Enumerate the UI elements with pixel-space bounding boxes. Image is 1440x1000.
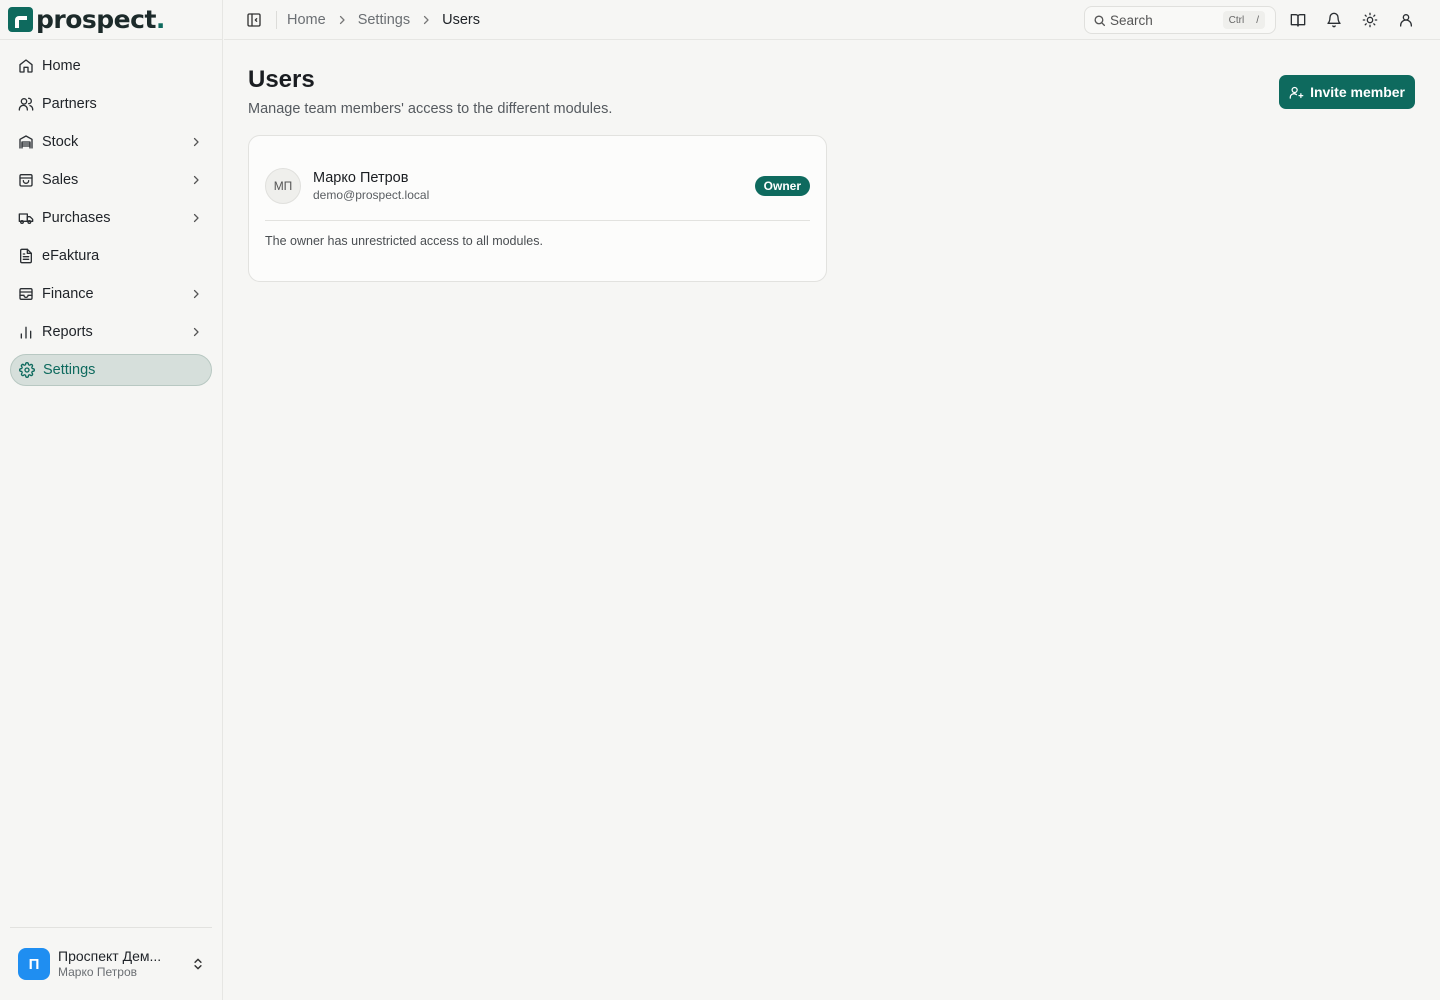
chevron-right-icon xyxy=(193,137,199,147)
user-plus-icon xyxy=(1289,86,1304,99)
sidebar: prospect. Home Partners Stock Sales Purc… xyxy=(0,0,223,1000)
sidebar-nav: Home Partners Stock Sales Purchases eFak… xyxy=(0,40,222,386)
member-name: Марко Петров xyxy=(313,170,409,186)
member-email: demo@prospect.local xyxy=(313,188,430,202)
divider xyxy=(276,10,277,29)
chevron-right-icon xyxy=(193,289,199,299)
search-shortcut: Ctrl / xyxy=(1222,11,1265,29)
wallet-icon xyxy=(19,288,33,300)
page-subtitle: Manage team members' access to the diffe… xyxy=(248,101,613,117)
chevron-right-icon xyxy=(193,327,199,337)
book-icon[interactable] xyxy=(1290,12,1306,28)
divider xyxy=(10,927,212,928)
sidebar-item-label: Home xyxy=(42,58,81,74)
breadcrumb: Home Settings Users xyxy=(287,12,480,28)
member-info: Марко Петров demo@prospect.local xyxy=(313,169,755,203)
bell-icon[interactable] xyxy=(1326,12,1342,28)
brand-logo[interactable]: prospect. xyxy=(0,0,222,40)
truck-icon xyxy=(18,213,34,224)
search-icon xyxy=(1094,14,1106,26)
chevrons-up-down-icon xyxy=(194,958,202,970)
gear-icon xyxy=(19,362,35,378)
sidebar-item-label: Reports xyxy=(42,324,93,340)
chevron-right-icon xyxy=(193,213,199,223)
chevron-right-icon xyxy=(193,175,199,185)
brand-name: prospect. xyxy=(36,5,165,34)
sidebar-item-finance[interactable]: Finance xyxy=(10,278,212,310)
sidebar-item-label: Sales xyxy=(42,172,79,188)
sidebar-item-stock[interactable]: Stock xyxy=(10,126,212,158)
sidebar-item-purchases[interactable]: Purchases xyxy=(10,202,212,234)
page-title: Users xyxy=(248,66,315,93)
user-icon[interactable] xyxy=(1398,12,1414,28)
sidebar-toggle-icon[interactable] xyxy=(246,12,262,28)
users-icon xyxy=(18,97,34,111)
breadcrumb-home[interactable]: Home xyxy=(287,12,326,28)
account-info: Проспект Дем... Марко Петров xyxy=(58,948,191,980)
sidebar-item-partners[interactable]: Partners xyxy=(10,88,212,120)
shortcut-key: / xyxy=(1256,14,1259,26)
member-row[interactable]: МП Марко Петров demo@prospect.local Owne… xyxy=(265,168,810,204)
search-placeholder: Search xyxy=(1110,12,1153,28)
role-badge: Owner xyxy=(754,176,810,196)
sidebar-item-efaktura[interactable]: eFaktura xyxy=(10,240,212,272)
logo-mark-icon xyxy=(8,7,33,32)
account-switcher[interactable]: П Проспект Дем... Марко Петров xyxy=(18,947,213,981)
sidebar-item-settings[interactable]: Settings xyxy=(10,354,212,386)
sidebar-item-sales[interactable]: Sales xyxy=(10,164,212,196)
sidebar-item-home[interactable]: Home xyxy=(10,50,212,82)
sidebar-item-label: Partners xyxy=(42,96,97,112)
breadcrumb-settings[interactable]: Settings xyxy=(358,12,410,28)
sidebar-item-label: Purchases xyxy=(42,210,111,226)
divider xyxy=(265,220,810,221)
bar-chart-icon xyxy=(20,326,32,339)
member-card: МП Марко Петров demo@prospect.local Owne… xyxy=(248,135,827,282)
sidebar-item-label: Settings xyxy=(43,362,96,378)
invite-member-label: Invite member xyxy=(1310,84,1405,100)
home-icon xyxy=(19,59,33,73)
search-input[interactable]: Search Ctrl / xyxy=(1084,6,1276,34)
topbar: Home Settings Users Search Ctrl / xyxy=(224,0,1440,40)
invite-member-button[interactable]: Invite member xyxy=(1279,75,1415,109)
chevron-right-icon xyxy=(423,15,429,24)
chevron-right-icon xyxy=(339,15,345,24)
access-note: The owner has unrestricted access to all… xyxy=(265,234,543,248)
shortcut-mod: Ctrl xyxy=(1228,14,1245,26)
org-avatar: П xyxy=(18,948,50,980)
sidebar-item-label: Finance xyxy=(42,286,94,302)
warehouse-icon xyxy=(19,135,33,149)
org-name: Проспект Дем... xyxy=(58,948,162,964)
sidebar-item-label: Stock xyxy=(42,134,79,150)
breadcrumb-current: Users xyxy=(442,11,480,28)
user-name: Марко Петров xyxy=(58,965,137,979)
sidebar-item-label: eFaktura xyxy=(42,248,100,264)
avatar: МП xyxy=(265,168,301,204)
document-icon xyxy=(20,248,32,264)
sun-icon[interactable] xyxy=(1362,12,1378,28)
shopping-bag-icon xyxy=(19,174,33,187)
sidebar-item-reports[interactable]: Reports xyxy=(10,316,212,348)
